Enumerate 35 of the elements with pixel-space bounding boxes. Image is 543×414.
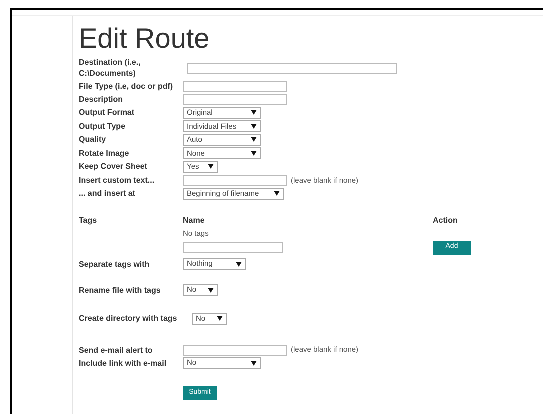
- field-label: Output Type: [79, 120, 127, 132]
- input-field[interactable]: [183, 344, 287, 356]
- input-field[interactable]: [183, 242, 283, 253]
- caret-icon: [251, 360, 257, 366]
- caret-icon: [217, 316, 223, 321]
- field-label: ... and insert at: [79, 188, 136, 200]
- field-label: Tags: [79, 215, 98, 226]
- field-label: Separate tags with: [79, 258, 151, 270]
- field-label: Keep Cover Sheet: [79, 161, 148, 172]
- column-header: Name: [183, 214, 206, 226]
- field-label: Rename file with tags: [79, 284, 162, 296]
- field-label: Output Format: [79, 107, 136, 118]
- field-label: File Type (i.e, doc or pdf): [79, 81, 174, 92]
- field-label: Insert custom text...: [79, 174, 156, 186]
- input-field[interactable]: [183, 81, 287, 92]
- input-field[interactable]: [187, 62, 397, 74]
- field-label: Send e-mail alert to: [79, 344, 154, 356]
- caret-icon: [251, 137, 257, 142]
- input-field[interactable]: [183, 174, 287, 186]
- caret-icon: [208, 164, 214, 170]
- field-label: Quality: [79, 134, 108, 146]
- field-label: Create directory with tags: [79, 313, 178, 324]
- caret-icon: [251, 150, 257, 156]
- field-label: Description: [79, 94, 124, 105]
- input-field[interactable]: [183, 94, 287, 105]
- field-label: Destination (i.e., C:\Documents): [79, 57, 142, 79]
- field-label: Rotate Image: [79, 148, 130, 159]
- caret-icon: [208, 288, 214, 292]
- caret-icon: [236, 262, 242, 266]
- caret-icon: [274, 191, 280, 196]
- caret-icon: [251, 110, 257, 116]
- column-header: Action: [433, 214, 458, 226]
- page-title: Edit Route: [79, 22, 211, 54]
- caret-icon: [251, 124, 257, 129]
- field-label: Include link with e-mail: [79, 358, 168, 368]
